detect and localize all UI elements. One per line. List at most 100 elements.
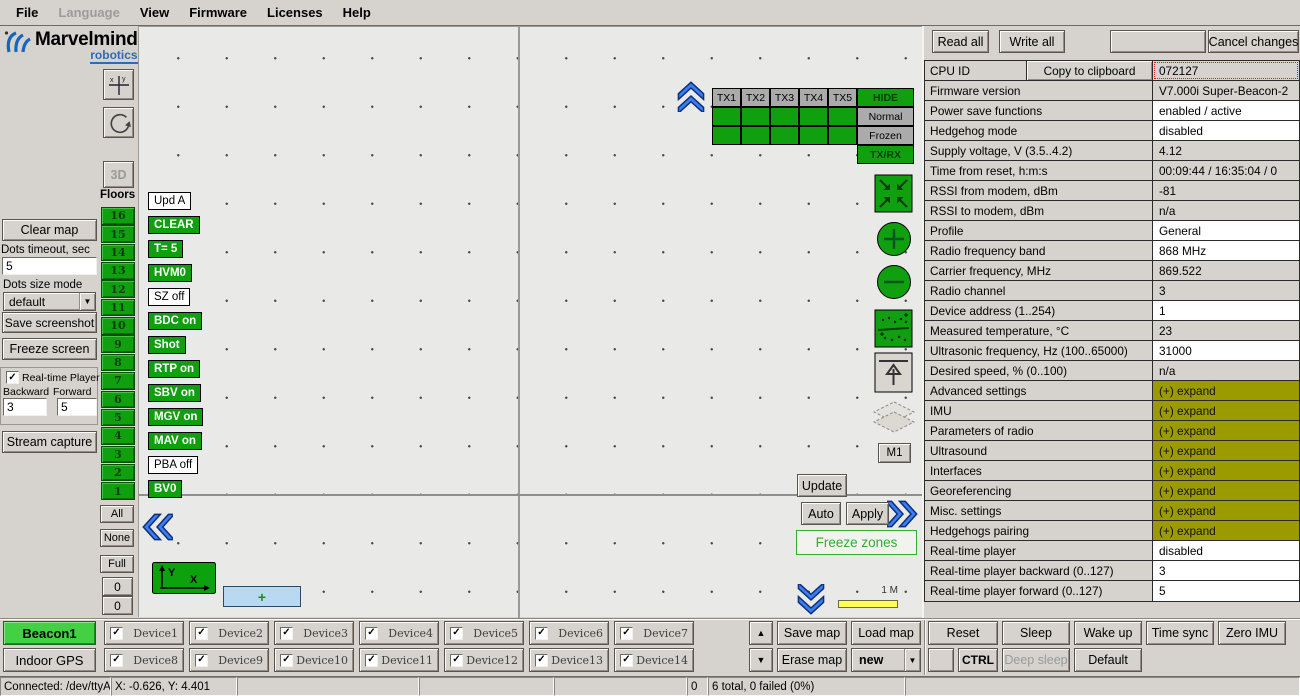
checkbox-checked-icon[interactable]	[365, 654, 378, 667]
update-button[interactable]: Update	[797, 474, 847, 497]
zoom-in-icon[interactable]	[876, 221, 912, 262]
prop-value-2[interactable]: disabled	[1153, 121, 1299, 140]
checkbox-checked-icon[interactable]	[450, 654, 463, 667]
floor-button-8[interactable]: 8	[101, 354, 135, 372]
selected-beacon-tab[interactable]: Beacon1	[3, 621, 96, 645]
checkbox-checked-icon[interactable]	[620, 654, 633, 667]
checkbox-checked-icon[interactable]	[365, 627, 378, 640]
tx-cell-tx2-r2[interactable]	[741, 126, 770, 145]
map-mode-shot[interactable]: Shot	[148, 336, 186, 354]
fit-to-screen-icon[interactable]	[874, 174, 913, 218]
load-map-button[interactable]: Load map	[851, 621, 921, 645]
device-toggle-device1[interactable]: Device1	[104, 621, 184, 645]
scroll-left-icon[interactable]	[141, 512, 173, 542]
cancel-changes-button[interactable]: Cancel changes	[1208, 30, 1299, 53]
map-mode-mav-on[interactable]: MAV on	[148, 432, 202, 450]
floor-button-3[interactable]: 3	[101, 446, 135, 464]
tx-side-normal[interactable]: Normal	[857, 107, 914, 126]
forward-input[interactable]	[57, 398, 97, 416]
sleep-button[interactable]: Sleep	[1002, 621, 1070, 645]
copy-to-clipboard-button[interactable]: Copy to clipboard	[1027, 61, 1153, 80]
prop-value-25[interactable]: 5	[1153, 581, 1299, 601]
floor-button-14[interactable]: 14	[101, 244, 135, 262]
floor-button-6[interactable]: 6	[101, 391, 135, 409]
tx-header-tx4[interactable]: TX4	[799, 88, 828, 107]
map-mode-sbv-on[interactable]: SBV on	[148, 384, 201, 402]
tx-cell-tx2-r1[interactable]	[741, 107, 770, 126]
checkbox-checked-icon[interactable]	[280, 654, 293, 667]
stream-capture-button[interactable]: Stream capture	[2, 431, 97, 453]
chevron-down-icon[interactable]: ▼	[79, 293, 95, 310]
device-toggle-device5[interactable]: Device5	[444, 621, 524, 645]
expand-toggle-15[interactable]: (+) expand	[1153, 381, 1299, 400]
floor-button-5[interactable]: 5	[101, 409, 135, 427]
tx-header-tx3[interactable]: TX3	[770, 88, 799, 107]
floor-button-7[interactable]: 7	[101, 372, 135, 390]
floor-button-15[interactable]: 15	[101, 225, 135, 243]
device-toggle-device7[interactable]: Device7	[614, 621, 694, 645]
device-toggle-device2[interactable]: Device2	[189, 621, 269, 645]
prop-value-24[interactable]: 3	[1153, 561, 1299, 580]
tx-header-tx2[interactable]: TX2	[741, 88, 770, 107]
prop-value-1[interactable]: enabled / active	[1153, 101, 1299, 120]
tx-cell-tx1-r2[interactable]	[712, 126, 741, 145]
save-map-button[interactable]: Save map	[777, 621, 847, 645]
scroll-down-icon[interactable]	[796, 584, 826, 616]
tx-header-tx1[interactable]: TX1	[712, 88, 741, 107]
expand-toggle-18[interactable]: (+) expand	[1153, 441, 1299, 460]
read-all-button[interactable]: Read all	[932, 30, 989, 53]
floor-button-2[interactable]: 2	[101, 464, 135, 482]
prop-value-8[interactable]: 868 MHz	[1153, 241, 1299, 260]
dots-size-select[interactable]: default ▼	[3, 292, 96, 311]
tx-cell-tx5-r2[interactable]	[828, 126, 857, 145]
map-mode-pba-off[interactable]: PBA off	[148, 456, 198, 474]
dots-display-icon[interactable]	[874, 309, 913, 353]
floor-button-4[interactable]: 4	[101, 427, 135, 445]
tx-cell-tx4-r2[interactable]	[799, 126, 828, 145]
device-toggle-device14[interactable]: Device14	[614, 648, 694, 672]
device-toggle-device10[interactable]: Device10	[274, 648, 354, 672]
tx-cell-tx3-r2[interactable]	[770, 126, 799, 145]
device-toggle-device6[interactable]: Device6	[529, 621, 609, 645]
expand-toggle-20[interactable]: (+) expand	[1153, 481, 1299, 500]
map-mode-bdc-on[interactable]: BDC on	[148, 312, 202, 330]
device-toggle-device4[interactable]: Device4	[359, 621, 439, 645]
checkbox-checked-icon[interactable]	[535, 654, 548, 667]
checkbox-checked-icon[interactable]	[280, 627, 293, 640]
add-submap-button[interactable]: +	[223, 586, 301, 607]
menu-help[interactable]: Help	[333, 0, 381, 25]
map-mode-upd-a[interactable]: Upd A	[148, 192, 191, 210]
blank-button[interactable]	[1110, 30, 1206, 53]
floor-button-12[interactable]: 12	[101, 280, 135, 298]
checkbox-checked-icon[interactable]	[110, 654, 123, 667]
wake-up-button[interactable]: Wake up	[1074, 621, 1142, 645]
checkbox-checked-icon[interactable]	[535, 627, 548, 640]
checkbox-checked-icon[interactable]	[195, 627, 208, 640]
tx-cell-tx1-r1[interactable]	[712, 107, 741, 126]
prop-value-11[interactable]: 1	[1153, 301, 1299, 320]
layers-icon[interactable]	[870, 396, 918, 449]
scroll-right-icon[interactable]	[887, 499, 919, 529]
checkbox-checked-icon[interactable]	[450, 627, 463, 640]
cpu-id-value[interactable]: 072127	[1153, 61, 1299, 80]
time-sync-button[interactable]: Time sync	[1146, 621, 1214, 645]
checkbox-checked-icon[interactable]	[110, 627, 123, 640]
scroll-devices-down-button[interactable]: ▼	[749, 648, 773, 672]
prop-value-13[interactable]: 31000	[1153, 341, 1299, 360]
freeze-screen-button[interactable]: Freeze screen	[2, 338, 97, 360]
chevron-down-icon[interactable]: ▼	[904, 649, 920, 671]
expand-toggle-16[interactable]: (+) expand	[1153, 401, 1299, 420]
menu-licenses[interactable]: Licenses	[257, 0, 333, 25]
floor-button-1[interactable]: 1	[101, 482, 135, 500]
floor-button-9[interactable]: 9	[101, 335, 135, 353]
expand-toggle-19[interactable]: (+) expand	[1153, 461, 1299, 480]
floor-button-11[interactable]: 11	[101, 299, 135, 317]
freeze-zones-button[interactable]: Freeze zones	[796, 530, 917, 555]
menu-firmware[interactable]: Firmware	[179, 0, 257, 25]
scroll-devices-up-button[interactable]: ▲	[749, 621, 773, 645]
checkbox-checked-icon[interactable]	[195, 654, 208, 667]
reset-button[interactable]: Reset	[928, 621, 998, 645]
write-all-button[interactable]: Write all	[999, 30, 1065, 53]
floors-full-button[interactable]: Full	[100, 555, 134, 573]
tx-cell-tx4-r1[interactable]	[799, 107, 828, 126]
